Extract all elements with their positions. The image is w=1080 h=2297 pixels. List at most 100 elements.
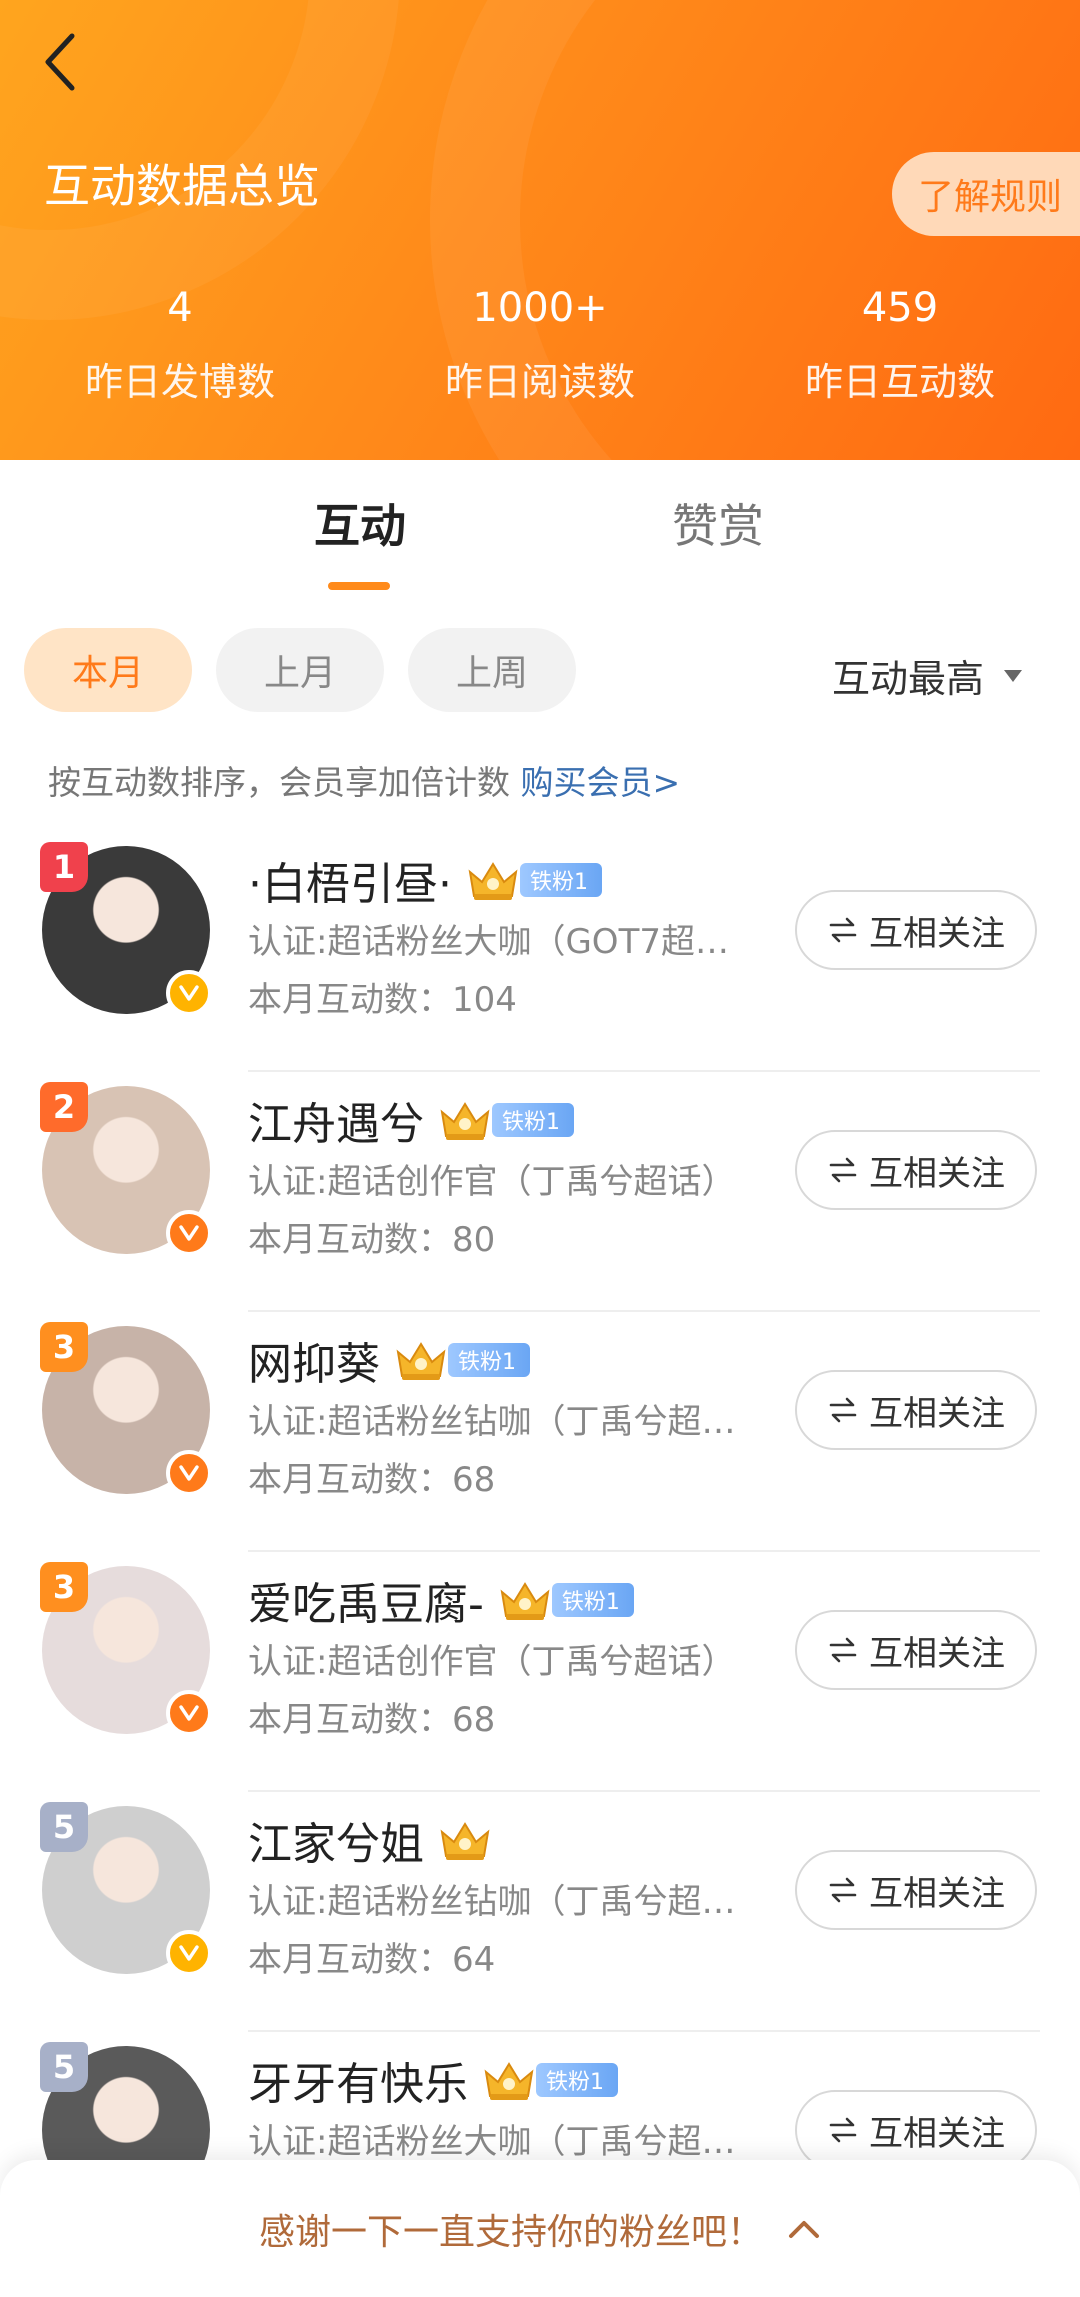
- stat-interactions: 459 昨日互动数: [720, 285, 1080, 406]
- rules-button[interactable]: 了解规则: [892, 152, 1080, 236]
- sort-dropdown[interactable]: 互动最高: [832, 648, 1024, 703]
- period-filters: 本月 上月 上周: [24, 628, 576, 712]
- verified-icon: [166, 1210, 212, 1256]
- chevron-up-icon: [789, 2220, 819, 2238]
- mutual-arrows-icon: [829, 917, 857, 943]
- verified-icon: [166, 970, 212, 1016]
- crown-icon: [468, 862, 518, 900]
- avatar-container[interactable]: 2: [40, 1082, 212, 1256]
- stat-value: 4: [167, 285, 193, 331]
- fan-level-badge: 铁粉1: [551, 1583, 634, 1617]
- fan-row[interactable]: 3 网抑葵 铁粉1 认证:超话粉丝钻咖（丁禹兮超话） 本月互动数：68 互相关注: [0, 1312, 1080, 1552]
- follow-label: 互相关注: [869, 913, 1005, 954]
- fan-name[interactable]: 网抑葵: [248, 1328, 380, 1392]
- interaction-count: 本月互动数：104: [248, 980, 517, 1020]
- filter-last-month[interactable]: 上月: [216, 628, 384, 712]
- name-line: 牙牙有快乐 铁粉1: [248, 2048, 618, 2112]
- follow-label: 互相关注: [869, 1633, 1005, 1674]
- thanks-bar[interactable]: 感谢一下一直支持你的粉丝吧！: [0, 2160, 1080, 2297]
- mutual-follow-button[interactable]: 互相关注: [795, 1850, 1037, 1930]
- fan-row[interactable]: 5 江家兮姐认证:超话粉丝钻咖（丁禹兮超话） 本月互动数：64 互相关注: [0, 1792, 1080, 2032]
- stat-label: 昨日互动数: [804, 360, 995, 404]
- rank-badge: 5: [40, 1802, 88, 1852]
- certification-text: 认证:超话粉丝钻咖（丁禹兮超话）: [248, 1882, 758, 1922]
- mutual-follow-button[interactable]: 互相关注: [795, 2090, 1037, 2170]
- page-title: 互动数据总览: [44, 159, 320, 213]
- header: 互动数据总览 了解规则 4 昨日发博数 1000+ 昨日阅读数 459 昨日互动…: [0, 0, 1080, 460]
- avatar-container[interactable]: 3: [40, 1562, 212, 1736]
- fan-row[interactable]: 3 爱吃禹豆腐- 铁粉1 认证:超话创作官（丁禹兮超话） 本月互动数：68 互相关注: [0, 1552, 1080, 1792]
- crown-icon: [484, 2062, 534, 2100]
- stat-label: 昨日发博数: [84, 360, 275, 404]
- mutual-arrows-icon: [829, 1157, 857, 1183]
- mutual-arrows-icon: [829, 2117, 857, 2143]
- chevron-left-icon: [45, 33, 75, 91]
- sort-label: 互动最高: [832, 657, 985, 701]
- tab-reward[interactable]: 赞赏: [672, 490, 764, 556]
- fan-level-badge: 铁粉1: [448, 1343, 530, 1377]
- name-line: 江舟遇兮 铁粉1: [248, 1088, 574, 1152]
- fan-level-badge: 铁粉1: [536, 2063, 618, 2097]
- crown-icon: [440, 1102, 490, 1140]
- avatar-container[interactable]: 5: [40, 1802, 212, 1976]
- follow-label: 互相关注: [869, 1153, 1005, 1194]
- name-line: 网抑葵 铁粉1: [248, 1328, 530, 1392]
- tab-interaction[interactable]: 互动: [314, 490, 406, 556]
- rank-badge: 5: [40, 2042, 88, 2092]
- hint-text: 按互动数排序，会员享加倍计数: [48, 763, 510, 802]
- crown-icon: [440, 1822, 490, 1860]
- filter-last-week[interactable]: 上周: [408, 628, 576, 712]
- mutual-arrows-icon: [829, 1637, 857, 1663]
- fan-name[interactable]: 爱吃禹豆腐-: [248, 1568, 484, 1632]
- interaction-count: 本月互动数：80: [248, 1220, 496, 1260]
- back-button[interactable]: [30, 22, 90, 102]
- thanks-text: 感谢一下一直支持你的粉丝吧！: [258, 2211, 763, 2253]
- crown-icon: [396, 1342, 446, 1380]
- rank-badge: 3: [40, 1562, 88, 1612]
- stat-label: 昨日阅读数: [444, 360, 635, 404]
- fan-name[interactable]: 江家兮姐: [248, 1808, 424, 1872]
- stat-value: 459: [861, 285, 939, 331]
- crown-icon: [500, 1582, 550, 1620]
- stats-row: 4 昨日发博数 1000+ 昨日阅读数 459 昨日互动数: [0, 285, 1080, 406]
- name-line: 爱吃禹豆腐- 铁粉1: [248, 1568, 634, 1632]
- filter-this-month[interactable]: 本月: [24, 628, 192, 712]
- certification-text: 认证:超话创作官（丁禹兮超话）: [248, 1162, 736, 1202]
- name-line: ·白梧引昼· 铁粉1: [248, 848, 602, 912]
- mutual-follow-button[interactable]: 互相关注: [795, 1130, 1037, 1210]
- interaction-count: 本月互动数：64: [248, 1940, 496, 1980]
- fan-row[interactable]: 1 ·白梧引昼· 铁粉1 认证:超话粉丝大咖（GOT7超话） 本月互动数：104 互相关注: [0, 832, 1080, 1072]
- interaction-count: 本月互动数：68: [248, 1700, 496, 1740]
- follow-label: 互相关注: [869, 2113, 1005, 2154]
- fan-list: 1 ·白梧引昼· 铁粉1 认证:超话粉丝大咖（GOT7超话） 本月互动数：104 互相关注…: [0, 832, 1080, 2272]
- follow-label: 互相关注: [869, 1393, 1005, 1434]
- sort-hint: 按互动数排序，会员享加倍计数 购买会员>: [48, 756, 680, 804]
- stat-value: 1000+: [472, 285, 608, 331]
- fan-name[interactable]: ·白梧引昼·: [248, 848, 452, 912]
- tab-indicator: [328, 582, 390, 590]
- triangle-down-icon: [1004, 669, 1023, 682]
- follow-label: 互相关注: [869, 1873, 1005, 1914]
- avatar-container[interactable]: 3: [40, 1322, 212, 1496]
- name-line: 江家兮姐: [248, 1808, 492, 1872]
- mutual-follow-button[interactable]: 互相关注: [795, 890, 1037, 970]
- stat-posts: 4 昨日发博数: [0, 285, 360, 406]
- stat-reads: 1000+ 昨日阅读数: [360, 285, 720, 406]
- buy-membership-link[interactable]: 购买会员>: [521, 763, 681, 802]
- fan-level-badge: 铁粉1: [519, 863, 602, 897]
- mutual-follow-button[interactable]: 互相关注: [795, 1610, 1037, 1690]
- certification-text: 认证:超话创作官（丁禹兮超话）: [248, 1642, 736, 1682]
- rank-badge: 2: [40, 1082, 88, 1132]
- tab-bar: 互动 赞赏: [0, 490, 1080, 600]
- mutual-arrows-icon: [829, 1397, 857, 1423]
- fan-name[interactable]: 牙牙有快乐: [248, 2048, 468, 2112]
- certification-text: 认证:超话粉丝大咖（丁禹兮超话）: [248, 2122, 758, 2162]
- fan-level-badge: 铁粉1: [492, 1103, 574, 1137]
- fan-row[interactable]: 2 江舟遇兮 铁粉1 认证:超话创作官（丁禹兮超话） 本月互动数：80 互相关注: [0, 1072, 1080, 1312]
- verified-icon: [166, 1930, 212, 1976]
- interaction-count: 本月互动数：68: [248, 1460, 496, 1500]
- certification-text: 认证:超话粉丝钻咖（丁禹兮超话）: [248, 1402, 758, 1442]
- avatar-container[interactable]: 1: [40, 842, 212, 1016]
- mutual-follow-button[interactable]: 互相关注: [795, 1370, 1037, 1450]
- fan-name[interactable]: 江舟遇兮: [248, 1088, 424, 1152]
